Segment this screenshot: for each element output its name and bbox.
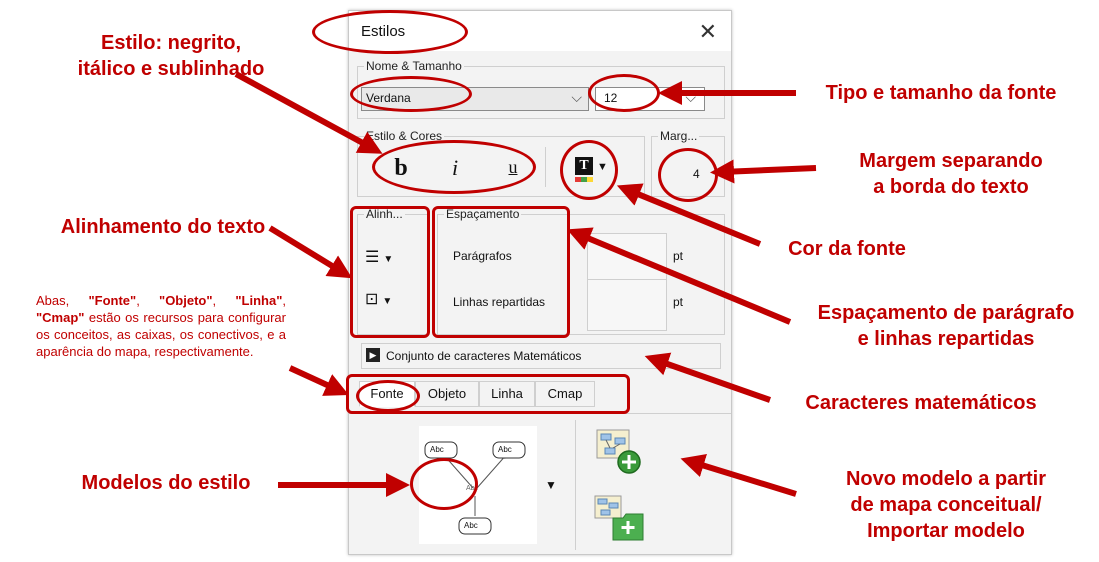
arrow-caracteres <box>644 352 771 403</box>
arrow-espacamento <box>566 227 792 325</box>
arrow-alinhamento <box>268 225 353 279</box>
arrow-estilo <box>234 71 383 154</box>
annotation-arrows <box>234 71 817 497</box>
arrow-margem <box>710 159 817 184</box>
arrow-novo <box>680 454 797 497</box>
arrow-cor <box>616 183 762 247</box>
arrow-tabs <box>288 365 349 396</box>
